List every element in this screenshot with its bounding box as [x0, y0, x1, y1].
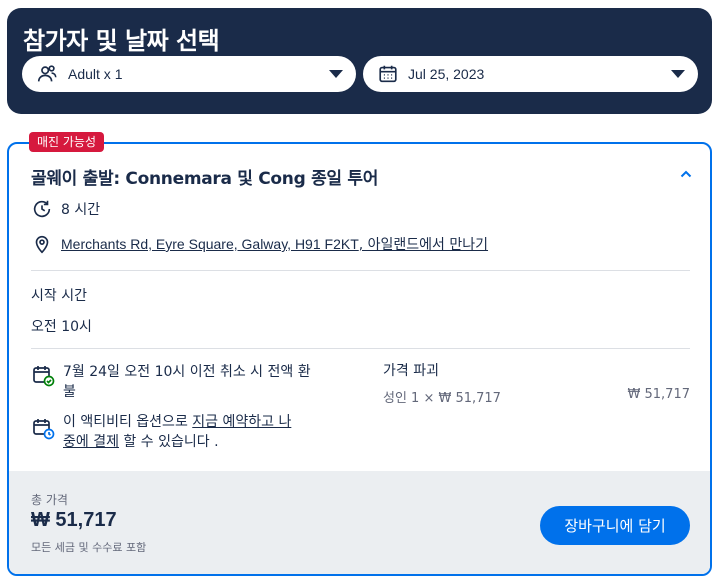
start-time-value: 오전 10시	[31, 319, 92, 335]
divider	[31, 270, 690, 271]
total-price-label: 총 가격	[31, 493, 68, 507]
reserve-now-pay-later: 이 액티비티 옵션으로 지금 예약하고 나 중에 결제 할 수 있습니다 .	[63, 412, 291, 452]
date-select[interactable]: Jul 25, 2023	[363, 56, 698, 92]
reserve-later-link-continued[interactable]: 중에 결제	[63, 434, 119, 450]
price-breakdown-label: 가격 파괴	[383, 363, 439, 379]
duration-text: 8 시간	[61, 202, 101, 218]
participants-date-header: 참가자 및 날짜 선택 Adult x 1 Jul 25, 2023	[7, 8, 712, 114]
reserve-later-link[interactable]: 지금 예약하고 나	[192, 414, 291, 430]
calendar-icon	[379, 65, 397, 83]
header-title: 참가자 및 날짜 선택	[23, 27, 220, 55]
duration-icon	[33, 200, 51, 218]
chevron-down-icon	[329, 70, 343, 78]
meeting-point-row: Merchants Rd, Eyre Square, Galway, H91 F…	[31, 233, 488, 255]
tour-option-card: 골웨이 출발: Connemara 및 Cong 종일 투어 8 시간 Merc…	[7, 142, 712, 576]
price-footer: 총 가격 ₩ 51,717 모든 세금 및 수수료 포함 장바구니에 담기	[9, 471, 710, 574]
chevron-down-icon	[671, 70, 685, 78]
cancellation-line-1: 7월 24일 오전 10시 이전 취소 시 전액 환	[63, 364, 311, 380]
chevron-up-icon[interactable]	[680, 168, 692, 180]
calendar-clock-icon	[33, 419, 55, 440]
option-title: 골웨이 출발: Connemara 및 Cong 종일 투어	[31, 169, 379, 189]
duration-row: 8 시간	[31, 198, 100, 220]
taxes-included-note: 모든 세금 및 수수료 포함	[31, 541, 147, 554]
price-breakdown-amount: ₩ 51,717	[627, 387, 690, 402]
divider	[31, 348, 690, 349]
reserve-suffix: 할 수 있습니다 .	[118, 434, 219, 450]
meeting-point-link[interactable]: Merchants Rd, Eyre Square, Galway, H91 F…	[61, 236, 359, 252]
date-value: Jul 25, 2023	[408, 66, 485, 82]
location-pin-icon	[35, 235, 49, 254]
start-time-label: 시작 시간	[31, 288, 87, 304]
meeting-point-suffix[interactable]: , 아일랜드에서 만나기	[359, 234, 488, 254]
total-price-value: ₩ 51,717	[31, 509, 117, 531]
participants-icon	[37, 65, 57, 82]
cancellation-line-2: 불	[63, 384, 76, 400]
participants-value: Adult x 1	[68, 66, 123, 82]
cancellation-policy: 7월 24일 오전 10시 이전 취소 시 전액 환 불	[63, 362, 311, 402]
reserve-prefix: 이 액티비티 옵션으로	[63, 414, 193, 430]
add-to-cart-button[interactable]: 장바구니에 담기	[540, 506, 690, 545]
likely-sell-out-badge: 매진 가능성	[29, 132, 105, 152]
participants-select[interactable]: Adult x 1	[22, 56, 356, 92]
calendar-check-icon	[33, 366, 55, 387]
price-breakdown-item: 성인 1 × ₩ 51,717	[383, 391, 501, 406]
